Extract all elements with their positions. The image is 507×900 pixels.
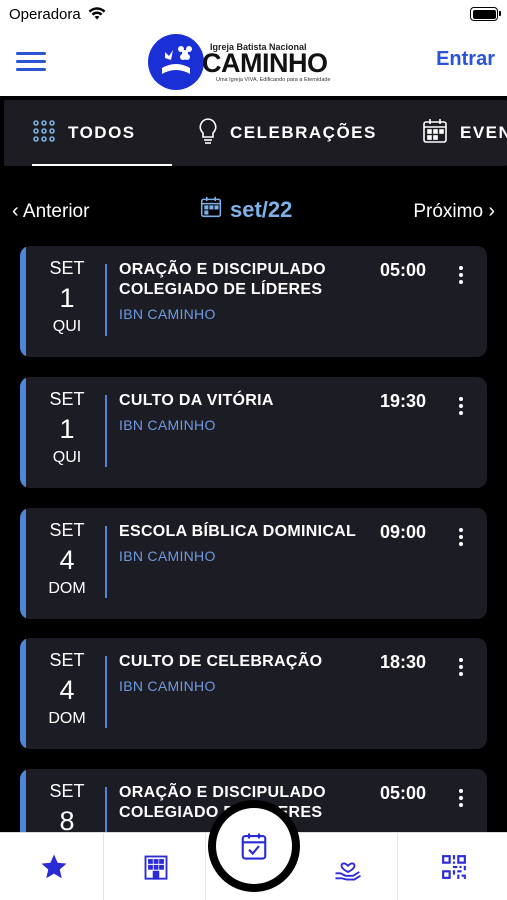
- previous-month-button[interactable]: ‹ Anterior: [12, 200, 89, 223]
- event-day: 4: [59, 545, 75, 575]
- login-button[interactable]: Entrar: [436, 48, 495, 71]
- event-weekday: QUI: [52, 318, 82, 335]
- next-label: Próximo: [413, 201, 484, 222]
- month-label: set/22: [230, 197, 293, 222]
- nav-qr-code[interactable]: [404, 833, 504, 900]
- event-time: 05:00: [380, 783, 427, 803]
- event-card[interactable]: SET 1 QUI ORAÇÃO E DISCIPULADO COLEGIADO…: [20, 246, 487, 357]
- star-icon: [41, 854, 66, 879]
- previous-label: Anterior: [22, 201, 90, 222]
- tab-label: EVENTOS: [460, 123, 507, 142]
- event-month: SET: [49, 781, 85, 801]
- event-month: SET: [49, 520, 85, 540]
- chevron-left-icon: ‹: [12, 200, 19, 222]
- event-organizer: IBN CAMINHO: [119, 417, 216, 433]
- event-organizer: IBN CAMINHO: [119, 548, 216, 564]
- event-time: 09:00: [380, 522, 427, 542]
- event-title: ESCOLA BÍBLICA DOMINICAL: [119, 523, 357, 540]
- tab-eventos[interactable]: EVENTOS: [422, 100, 507, 166]
- status-bar: Operadora 10:57: [0, 0, 507, 28]
- more-options-icon[interactable]: [454, 658, 468, 678]
- nav-favorites[interactable]: [4, 833, 104, 900]
- calendar-check-icon: [241, 833, 267, 860]
- logo-emblem: [148, 34, 204, 90]
- event-day: 4: [59, 675, 75, 705]
- logo-word: CAMINHO: [202, 48, 328, 78]
- event-time: 19:30: [380, 391, 427, 411]
- event-card[interactable]: SET 4 DOM ESCOLA BÍBLICA DOMINICAL IBN C…: [20, 508, 487, 619]
- nav-church[interactable]: [106, 833, 206, 900]
- event-title: ORAÇÃO E DISCIPULADO COLEGIADO DE LÍDERE…: [119, 261, 326, 298]
- event-title: CULTO DA VITÓRIA: [119, 392, 274, 409]
- event-card[interactable]: SET 4 DOM CULTO DE CELEBRAÇÃO IBN CAMINH…: [20, 638, 487, 749]
- heart-hand-icon: [335, 862, 361, 881]
- lightbulb-icon: [198, 117, 218, 150]
- menu-icon[interactable]: [16, 52, 46, 72]
- chevron-right-icon: ›: [488, 200, 495, 222]
- app-header: Igreja Batista Nacional CAMINHO Uma Igre…: [0, 28, 507, 96]
- building-icon: [144, 855, 167, 880]
- event-day: 1: [59, 283, 75, 313]
- logo-tagline: Uma Igreja VIVA, Edificando para a Etern…: [216, 77, 331, 83]
- status-time: 10:57: [233, 5, 274, 22]
- calendar-icon: [200, 196, 222, 224]
- event-time: 18:30: [380, 652, 427, 672]
- event-month: SET: [49, 650, 85, 670]
- tab-label: CELEBRAÇÕES: [230, 123, 377, 142]
- tab-todos[interactable]: TODOS: [32, 100, 172, 166]
- event-date: SET 4 DOM: [28, 650, 106, 728]
- tab-celebracoes[interactable]: CELEBRAÇÕES: [198, 100, 377, 166]
- more-options-icon[interactable]: [454, 789, 468, 809]
- event-date: SET 1 QUI: [28, 258, 106, 336]
- event-date: SET 4 DOM: [28, 520, 106, 598]
- next-month-button[interactable]: Próximo ›: [413, 200, 495, 223]
- month-navigation: ‹ Anterior set/22 Próximo ›: [0, 190, 507, 232]
- category-tabs: TODOS CELEBRAÇÕES EVENTOS: [0, 96, 507, 170]
- event-weekday: QUI: [52, 449, 82, 466]
- event-date: SET 1 QUI: [28, 389, 106, 467]
- nav-agenda[interactable]: [208, 800, 300, 892]
- event-weekday: DOM: [48, 710, 86, 727]
- battery-icon: [470, 7, 501, 21]
- more-options-icon[interactable]: [454, 397, 468, 417]
- event-weekday: DOM: [48, 580, 86, 597]
- event-organizer: IBN CAMINHO: [119, 678, 216, 694]
- event-time: 05:00: [380, 260, 427, 280]
- date-divider: [105, 264, 107, 336]
- date-divider: [105, 526, 107, 598]
- event-month: SET: [49, 389, 85, 409]
- date-divider: [105, 395, 107, 467]
- church-logo: Igreja Batista Nacional CAMINHO Uma Igre…: [148, 32, 338, 90]
- more-options-icon[interactable]: [454, 266, 468, 286]
- event-month: SET: [49, 258, 85, 278]
- current-month[interactable]: set/22: [200, 196, 292, 224]
- qr-code-icon: [442, 855, 466, 879]
- event-title: CULTO DE CELEBRAÇÃO: [119, 653, 323, 670]
- nav-donations[interactable]: [298, 833, 398, 900]
- more-options-icon[interactable]: [454, 528, 468, 548]
- calendar-icon: [422, 118, 448, 149]
- tab-label: TODOS: [68, 123, 136, 142]
- event-organizer: IBN CAMINHO: [119, 306, 216, 322]
- grid-icon: [32, 119, 56, 148]
- date-divider: [105, 656, 107, 728]
- event-card[interactable]: SET 1 QUI CULTO DA VITÓRIA IBN CAMINHO 1…: [20, 377, 487, 488]
- event-day: 1: [59, 414, 75, 444]
